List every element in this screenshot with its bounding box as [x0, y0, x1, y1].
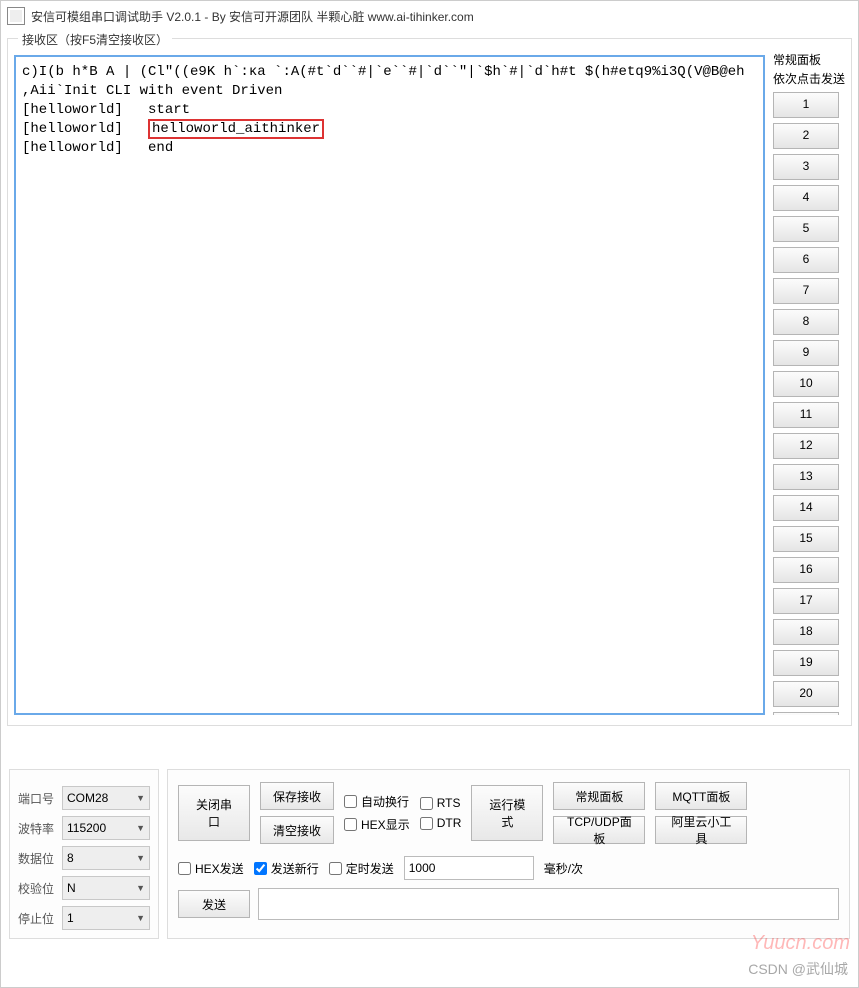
- app-icon: [7, 7, 25, 25]
- clear-recv-button[interactable]: 清空接收: [260, 816, 334, 844]
- port-select[interactable]: COM28▼: [62, 786, 150, 810]
- panel-tcpudp-button[interactable]: TCP/UDP面板: [553, 816, 645, 844]
- titlebar: 安信可模组串口调试助手 V2.0.1 - By 安信可开源团队 半颗心脏 www…: [1, 1, 858, 32]
- side-button-10[interactable]: 10: [773, 371, 839, 397]
- side-button-14[interactable]: 14: [773, 495, 839, 521]
- hexsend-checkbox[interactable]: HEX发送: [178, 860, 244, 877]
- stopbits-select[interactable]: 1▼: [62, 906, 150, 930]
- side-button-9[interactable]: 9: [773, 340, 839, 366]
- side-button-21[interactable]: 21: [773, 712, 839, 715]
- side-button-11[interactable]: 11: [773, 402, 839, 428]
- side-button-13[interactable]: 13: [773, 464, 839, 490]
- side-button-17[interactable]: 17: [773, 588, 839, 614]
- side-button-5[interactable]: 5: [773, 216, 839, 242]
- side-button-7[interactable]: 7: [773, 278, 839, 304]
- highlight-output: helloworld_aithinker: [148, 119, 324, 139]
- rts-checkbox[interactable]: RTS: [420, 796, 462, 810]
- side-button-4[interactable]: 4: [773, 185, 839, 211]
- side-buttons: 123456789101112131415161718192021: [773, 92, 849, 715]
- controls-panel: 关闭串口 保存接收 清空接收 自动换行 HEX显示 RTS DTR 运行模式 常…: [167, 769, 850, 939]
- side-button-16[interactable]: 16: [773, 557, 839, 583]
- side-button-2[interactable]: 2: [773, 123, 839, 149]
- send-button[interactable]: 发送: [178, 890, 250, 918]
- receive-text[interactable]: c)I(b h*B A | (Cl"((e9K h`:κa `:A(#t`d``…: [14, 55, 765, 715]
- side-button-20[interactable]: 20: [773, 681, 839, 707]
- dtr-checkbox[interactable]: DTR: [420, 816, 462, 830]
- baud-select[interactable]: 115200▼: [62, 816, 150, 840]
- side-button-15[interactable]: 15: [773, 526, 839, 552]
- side-button-19[interactable]: 19: [773, 650, 839, 676]
- side-heading-1: 常规面板: [773, 51, 849, 68]
- panel-normal-button[interactable]: 常规面板: [553, 782, 645, 810]
- side-button-18[interactable]: 18: [773, 619, 839, 645]
- side-panel: 常规面板 依次点击发送 1234567891011121314151617181…: [773, 49, 849, 715]
- hexshow-checkbox[interactable]: HEX显示: [344, 816, 410, 833]
- interval-input[interactable]: [404, 856, 534, 880]
- send-input[interactable]: [258, 888, 839, 920]
- window-title: 安信可模组串口调试助手 V2.0.1 - By 安信可开源团队 半颗心脏 www…: [31, 8, 474, 25]
- sendnewline-checkbox[interactable]: 发送新行: [254, 860, 319, 877]
- autowrap-checkbox[interactable]: 自动换行: [344, 793, 410, 810]
- interval-unit: 毫秒/次: [544, 860, 583, 877]
- side-heading-2: 依次点击发送: [773, 70, 849, 87]
- baud-label: 波特率: [18, 820, 62, 837]
- bottom-panel: 端口号COM28▼ 波特率115200▼ 数据位8▼ 校验位N▼ 停止位1▼ 关…: [1, 761, 858, 987]
- data-label: 数据位: [18, 850, 62, 867]
- side-button-6[interactable]: 6: [773, 247, 839, 273]
- side-button-12[interactable]: 12: [773, 433, 839, 459]
- runmode-button[interactable]: 运行模式: [471, 785, 543, 841]
- parity-label: 校验位: [18, 880, 62, 897]
- side-button-1[interactable]: 1: [773, 92, 839, 118]
- panel-mqtt-button[interactable]: MQTT面板: [655, 782, 747, 810]
- serial-settings: 端口号COM28▼ 波特率115200▼ 数据位8▼ 校验位N▼ 停止位1▼: [9, 769, 159, 939]
- panel-aliyun-button[interactable]: 阿里云小工具: [655, 816, 747, 844]
- save-recv-button[interactable]: 保存接收: [260, 782, 334, 810]
- port-label: 端口号: [18, 790, 62, 807]
- side-button-3[interactable]: 3: [773, 154, 839, 180]
- receive-label: 接收区（按F5清空接收区）: [18, 31, 172, 48]
- databits-select[interactable]: 8▼: [62, 846, 150, 870]
- receive-area: 接收区（按F5清空接收区） c)I(b h*B A | (Cl"((e9K h`…: [7, 38, 852, 726]
- side-button-8[interactable]: 8: [773, 309, 839, 335]
- close-port-button[interactable]: 关闭串口: [178, 785, 250, 841]
- stop-label: 停止位: [18, 910, 62, 927]
- timedsend-checkbox[interactable]: 定时发送: [329, 860, 394, 877]
- parity-select[interactable]: N▼: [62, 876, 150, 900]
